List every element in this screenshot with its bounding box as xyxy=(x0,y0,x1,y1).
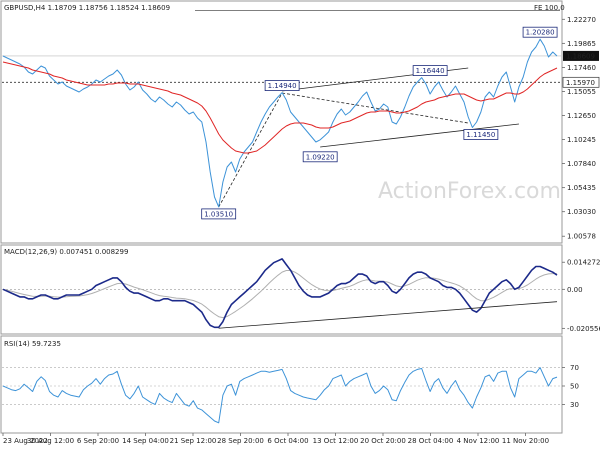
annotation-label-3: 1.16440 xyxy=(416,67,445,75)
rsi-tick-label-1: 50 xyxy=(570,383,579,391)
annotation-label-5: 1.20280 xyxy=(526,29,555,37)
x-tick-label-8: 20 Oct 20:00 xyxy=(360,437,406,445)
rsi-tick-label-2: 30 xyxy=(570,401,579,409)
watermark: ActionForex.com xyxy=(378,179,561,204)
annotation-label-2: 1.09220 xyxy=(306,153,335,161)
x-tick-label-6: 6 Oct 04:00 xyxy=(267,437,308,445)
price-tick-label-3: 1.15055 xyxy=(567,88,596,96)
macd-tick-label-0: 0.014272 xyxy=(567,259,600,267)
price-tick-label-0: 1.22270 xyxy=(567,16,596,24)
price-header: GBPUSD,H4 1.18709 1.18756 1.18524 1.1860… xyxy=(4,4,170,12)
x-tick-label-9: 28 Oct 04:00 xyxy=(408,437,454,445)
x-tick-label-10: 4 Nov 12:00 xyxy=(457,437,500,445)
annotation-label-0: 1.03510 xyxy=(204,210,233,218)
macd-tick-label-1: 0.00 xyxy=(567,286,583,294)
rsi-tick-label-0: 70 xyxy=(570,364,579,372)
fe-label: FE 100.0 xyxy=(534,4,565,12)
x-tick-label-7: 13 Oct 12:00 xyxy=(313,437,359,445)
price-tick-label-7: 1.05435 xyxy=(567,184,596,192)
x-tick-label-11: 11 Nov 20:00 xyxy=(502,437,549,445)
price-tick-label-6: 1.07840 xyxy=(567,160,596,168)
macd-header: MACD(12,26,9) 0.007451 0.008299 xyxy=(4,248,128,256)
annotation-label-1: 1.14940 xyxy=(268,82,297,90)
price-tick-label-9: 1.00578 xyxy=(567,233,596,241)
x-tick-label-2: 6 Sep 20:00 xyxy=(77,437,119,445)
x-tick-label-3: 14 Sep 04:00 xyxy=(122,437,169,445)
price-tick-label-8: 1.03030 xyxy=(567,208,596,216)
price-panel-frame xyxy=(0,0,563,244)
price-tick-label-4: 1.12650 xyxy=(567,112,596,120)
gbpusd-h4-chart: ActionForex.com 1.03510 1.14940 1.09220 1.1… xyxy=(0,0,600,445)
x-tick-label-1: 30 Aug 12:00 xyxy=(27,437,74,445)
price-tick-label-1: 1.19865 xyxy=(567,40,596,48)
x-tick-label-4: 21 Sep 12:00 xyxy=(170,437,217,445)
price-tick-label-2: 1.17460 xyxy=(567,64,596,72)
rsi-panel-frame xyxy=(0,335,563,434)
current-price-label: 1.18609 xyxy=(566,52,595,60)
level-tag-label: 1.15970 xyxy=(566,79,595,87)
rsi-header: RSI(14) 59.7235 xyxy=(4,340,61,348)
annotation-label-4: 1.11450 xyxy=(466,131,495,139)
macd-tick-label-2: -0.020556 xyxy=(567,325,600,333)
price-tick-label-5: 1.10245 xyxy=(567,136,596,144)
x-tick-label-5: 28 Sep 20:00 xyxy=(217,437,264,445)
